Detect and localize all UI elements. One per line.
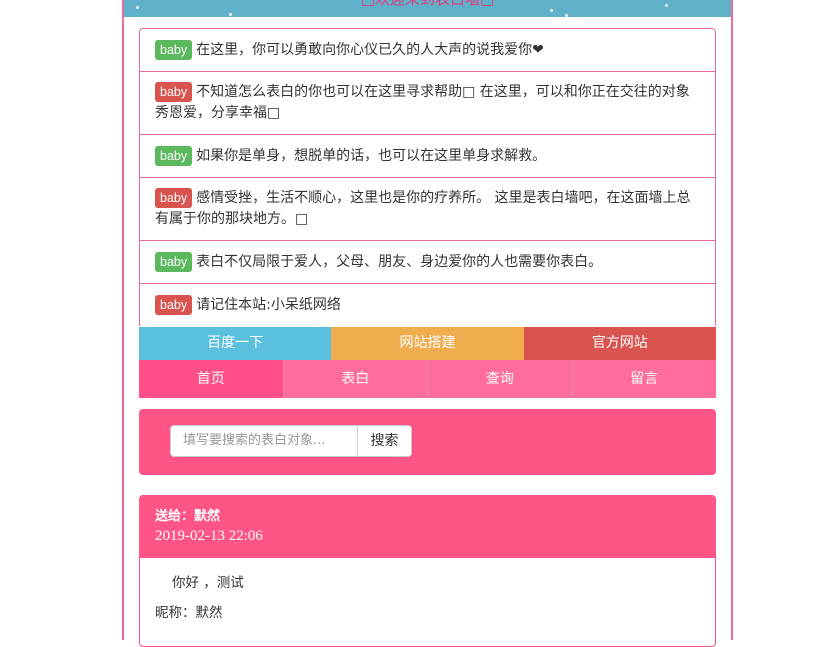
- post-card: 送给：默然 2019-02-13 22:06 你好 ，测试 昵称：默然: [139, 495, 716, 647]
- post-card-header: 送给：默然 2019-02-13 22:06: [140, 496, 715, 558]
- site-build-button[interactable]: 网站搭建: [331, 327, 524, 360]
- official-site-button[interactable]: 官方网站: [523, 327, 716, 360]
- baby-badge: baby: [155, 39, 193, 60]
- top-banner: □欢迎来到表白墙□: [124, 0, 731, 17]
- nav-confess[interactable]: 表白: [284, 360, 428, 398]
- main-nav: 首页 表白 查询 留言: [139, 360, 716, 398]
- list-item: baby 请记住本站:小呆纸网络: [140, 284, 715, 326]
- list-item: baby 如果你是单身，想脱单的话，也可以在这里单身求解救。: [140, 135, 715, 178]
- search-button[interactable]: 搜索: [358, 425, 412, 457]
- post-card-body: 你好 ，测试 昵称：默然: [140, 558, 715, 638]
- list-item: baby 在这里，你可以勇敢向你心仪已久的人大声的说我爱你❤: [140, 29, 715, 72]
- baby-badge: baby: [155, 251, 193, 272]
- page-frame: □欢迎来到表白墙□ baby在这里，你可以勇敢向你心仪已久的人大声的说我爱你❤ …: [122, 0, 733, 647]
- baby-badge: baby: [155, 82, 193, 102]
- baby-badge: baby: [155, 294, 193, 315]
- post-date: 2019-02-13 22:06: [155, 528, 263, 544]
- nav-message[interactable]: 留言: [573, 360, 717, 398]
- list-item-text: 表白不仅局限于爱人，父母、朋友、身边爱你的人也需要你表白。: [196, 253, 603, 270]
- nav-home[interactable]: 首页: [139, 360, 284, 398]
- post-recipient: 送给：默然: [155, 509, 221, 524]
- list-item-text: 请记住本站:小呆纸网络: [196, 296, 341, 313]
- link-button-row: 百度一下 网站搭建 官方网站: [139, 327, 716, 360]
- list-item-text: 如果你是单身，想脱单的话，也可以在这里单身求解救。: [196, 147, 547, 164]
- post-message: 你好 ，测试: [172, 575, 244, 591]
- list-item: baby 感情受挫，生活不顺心，这里也是你的疗养所。 这里是表白墙吧，在这面墙上总…: [140, 178, 715, 241]
- baby-badge: baby: [155, 188, 193, 208]
- search-panel: 填写要搜索的表白对象... 搜索: [139, 409, 716, 475]
- list-item-text: 感情受挫，生活不顺心，这里也是你的疗养所。 这里是表白墙吧，在这面墙上总有属于你…: [155, 190, 691, 227]
- search-input[interactable]: 填写要搜索的表白对象...: [170, 425, 358, 457]
- list-item: baby 表白不仅局限于爱人，父母、朋友、身边爱你的人也需要你表白。: [140, 241, 715, 284]
- banner-title: □欢迎来到表白墙□: [124, 0, 731, 9]
- post-nickname: 昵称：默然: [155, 605, 223, 621]
- nav-query[interactable]: 查询: [428, 360, 573, 398]
- baidu-button[interactable]: 百度一下: [139, 327, 332, 360]
- list-item: baby 不知道怎么表白的你也可以在这里寻求帮助□ 在这里，可以和你正在交往的对象…: [140, 72, 715, 135]
- list-item-text: 不知道怎么表白的你也可以在这里寻求帮助□ 在这里，可以和你正在交往的对象秀恩爱，…: [155, 84, 690, 121]
- list-item-text: 在这里，你可以勇敢向你心仪已久的人大声的说我爱你❤: [196, 41, 544, 58]
- intro-list: baby 在这里，你可以勇敢向你心仪已久的人大声的说我爱你❤ baby 不知道怎么表…: [139, 28, 716, 326]
- baby-badge: baby: [155, 145, 193, 166]
